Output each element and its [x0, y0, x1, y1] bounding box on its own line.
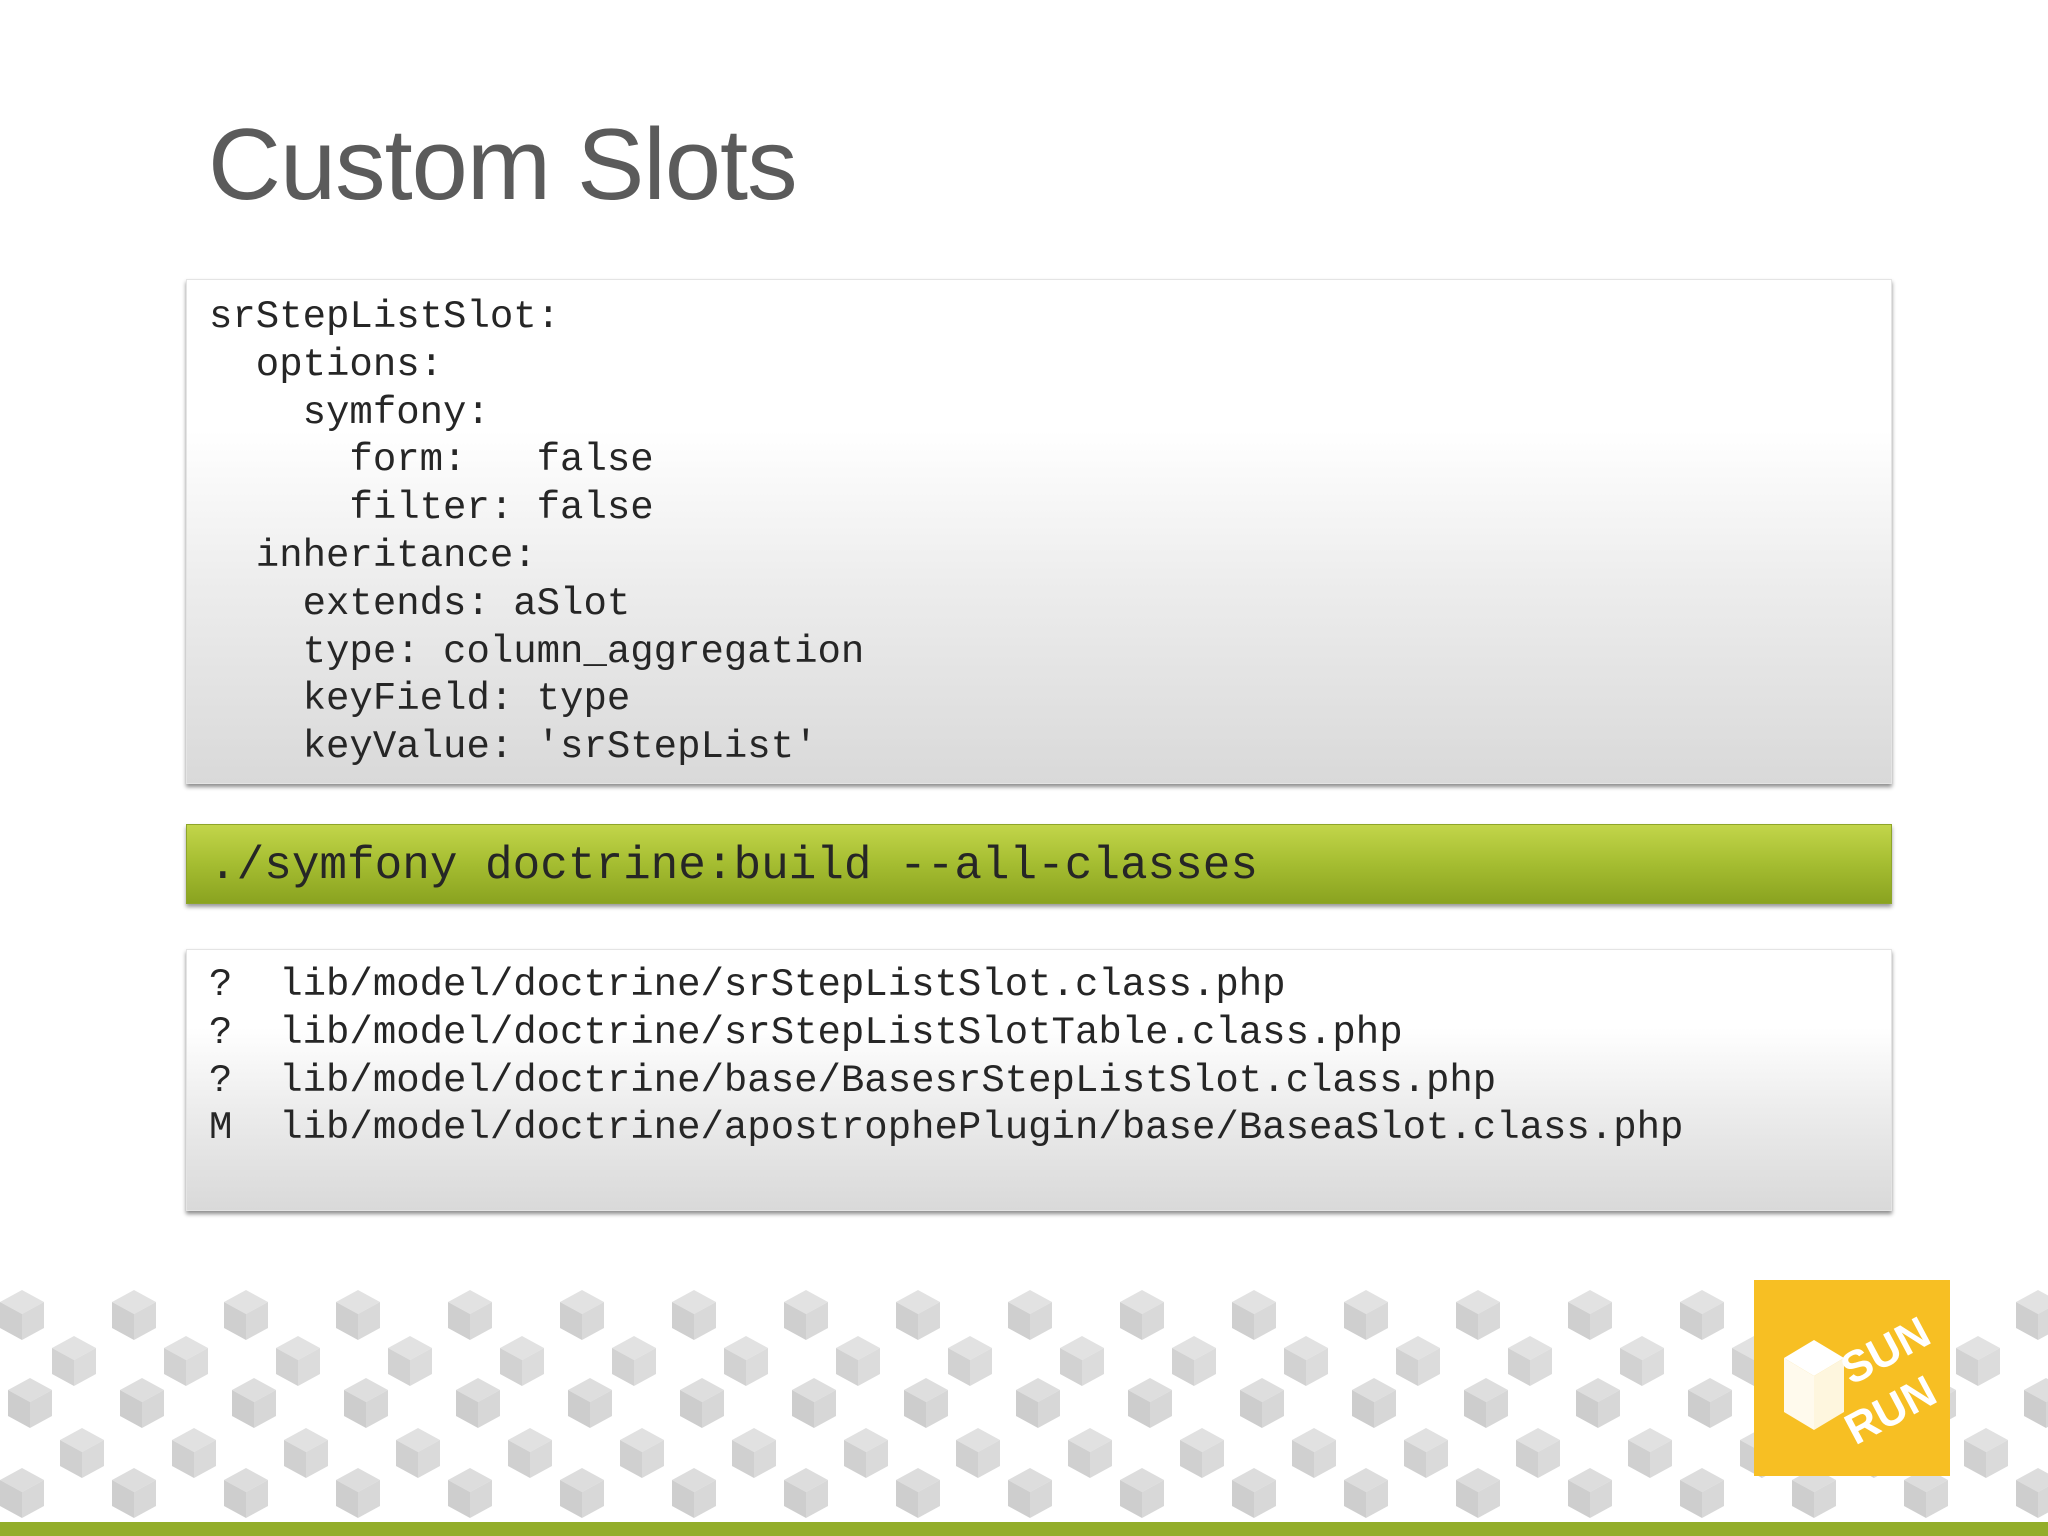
- slide: Custom Slots srStepListSlot: options: sy…: [0, 0, 2048, 1536]
- slide-title: Custom Slots: [208, 109, 798, 221]
- code-line: options:: [209, 342, 444, 387]
- decorative-cube-pattern: [0, 1290, 2048, 1522]
- file-status-lines: ? lib/model/doctrine/srStepListSlot.clas…: [209, 962, 1683, 1153]
- file-status-line: ? lib/model/doctrine/srStepListSlot.clas…: [209, 963, 1286, 1007]
- code-line: form: false: [209, 438, 654, 483]
- sunrun-logo-icon: SUN RUN: [1754, 1280, 1950, 1476]
- command-bar: ./symfony doctrine:build --all-classes: [186, 824, 1892, 904]
- code-line: symfony:: [209, 390, 490, 435]
- files-code-box: ? lib/model/doctrine/srStepListSlot.clas…: [186, 949, 1892, 1211]
- code-line: keyField: type: [209, 677, 631, 722]
- bottom-accent-rule: [0, 1522, 2048, 1536]
- code-line: type: column_aggregation: [209, 629, 865, 674]
- file-status-line: ? lib/model/doctrine/base/BasesrStepList…: [209, 1058, 1497, 1103]
- yaml-code-box: srStepListSlot: options: symfony: form: …: [186, 279, 1892, 784]
- code-line: keyValue: 'srStepList': [209, 725, 818, 770]
- code-line: extends: aSlot: [209, 581, 631, 626]
- yaml-code-lines: srStepListSlot: options: symfony: form: …: [209, 294, 864, 772]
- file-status-line: ? lib/model/doctrine/srStepListSlotTable…: [209, 1010, 1403, 1055]
- file-status-line: M lib/model/doctrine/apostrophePlugin/ba…: [209, 1106, 1684, 1151]
- command-text: ./symfony doctrine:build --all-classes: [209, 840, 1258, 892]
- code-line: filter: false: [209, 486, 654, 531]
- code-line: srStepListSlot:: [209, 295, 561, 339]
- code-line: inheritance:: [209, 533, 537, 578]
